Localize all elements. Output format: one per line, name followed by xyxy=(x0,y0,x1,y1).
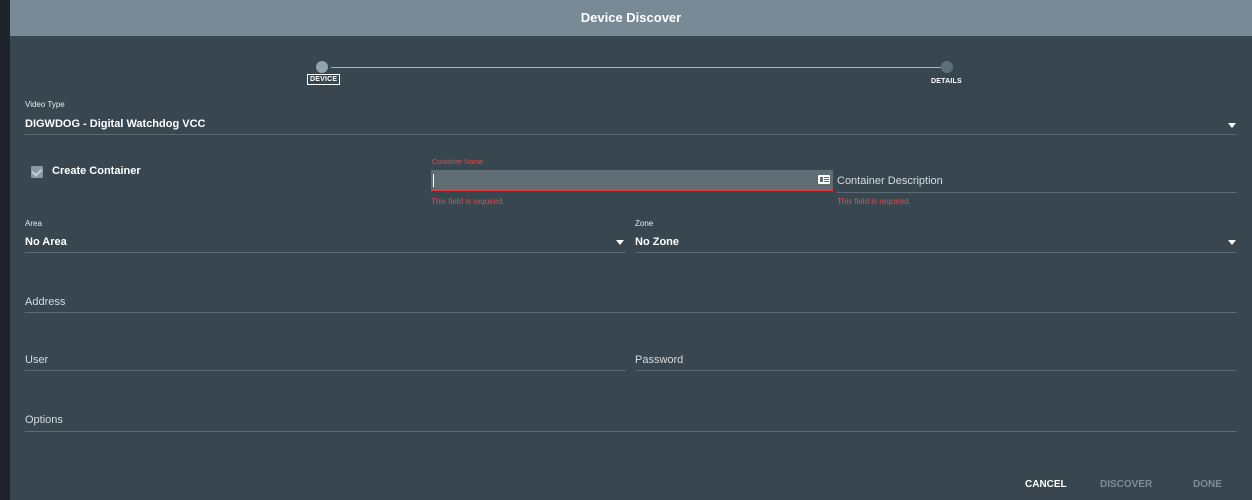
user-input[interactable]: User xyxy=(25,354,48,366)
zone-underline xyxy=(635,252,1237,253)
create-container-checkbox[interactable] xyxy=(31,166,43,178)
page-backdrop xyxy=(0,0,10,500)
container-name-input[interactable] xyxy=(431,170,833,191)
zone-label: Zone xyxy=(635,219,654,228)
done-button[interactable]: DONE xyxy=(1193,479,1222,490)
area-underline xyxy=(25,252,626,253)
step-details-label[interactable]: DETAILS xyxy=(931,78,962,85)
video-type-label: Video Type xyxy=(25,100,65,109)
dialog-titlebar: Device Discover xyxy=(10,0,1252,36)
step-details-dot[interactable] xyxy=(941,61,953,73)
container-description-input[interactable]: Container Description xyxy=(837,175,943,187)
zone-select[interactable]: No Zone xyxy=(635,236,679,248)
password-input[interactable]: Password xyxy=(635,354,683,366)
password-underline xyxy=(635,370,1237,371)
discover-button[interactable]: DISCOVER xyxy=(1100,479,1152,490)
area-dropdown-icon[interactable] xyxy=(616,240,624,245)
step-device-label[interactable]: DEVICE xyxy=(307,74,341,85)
area-label: Area xyxy=(25,219,42,228)
options-input[interactable]: Options xyxy=(25,414,63,426)
device-discover-dialog: Device Discover DEVICE DETAILS Video Typ… xyxy=(10,0,1252,500)
user-underline xyxy=(25,370,626,371)
step-device-dot[interactable] xyxy=(316,61,328,73)
address-input[interactable]: Address xyxy=(25,296,65,308)
video-type-select[interactable]: DIGWDOG - Digital Watchdog VCC xyxy=(25,118,205,130)
cancel-button[interactable]: CANCEL xyxy=(1025,479,1067,490)
container-name-label: Container Name xyxy=(432,159,483,166)
stepper-line xyxy=(331,67,953,68)
address-underline xyxy=(25,312,1237,313)
zone-dropdown-icon[interactable] xyxy=(1228,240,1236,245)
dialog-title: Device Discover xyxy=(580,10,682,25)
container-description-error: This field is required. xyxy=(837,197,911,206)
video-type-underline xyxy=(25,134,1237,135)
container-name-error: This field is required. xyxy=(431,197,505,206)
container-description-underline xyxy=(837,192,1237,193)
text-cursor xyxy=(433,174,434,187)
area-select[interactable]: No Area xyxy=(25,236,67,248)
checkmark-icon xyxy=(31,166,43,177)
create-container-label[interactable]: Create Container xyxy=(52,165,141,177)
contact-card-icon xyxy=(818,175,830,184)
options-underline xyxy=(25,431,1237,432)
video-type-dropdown-icon[interactable] xyxy=(1228,123,1236,128)
